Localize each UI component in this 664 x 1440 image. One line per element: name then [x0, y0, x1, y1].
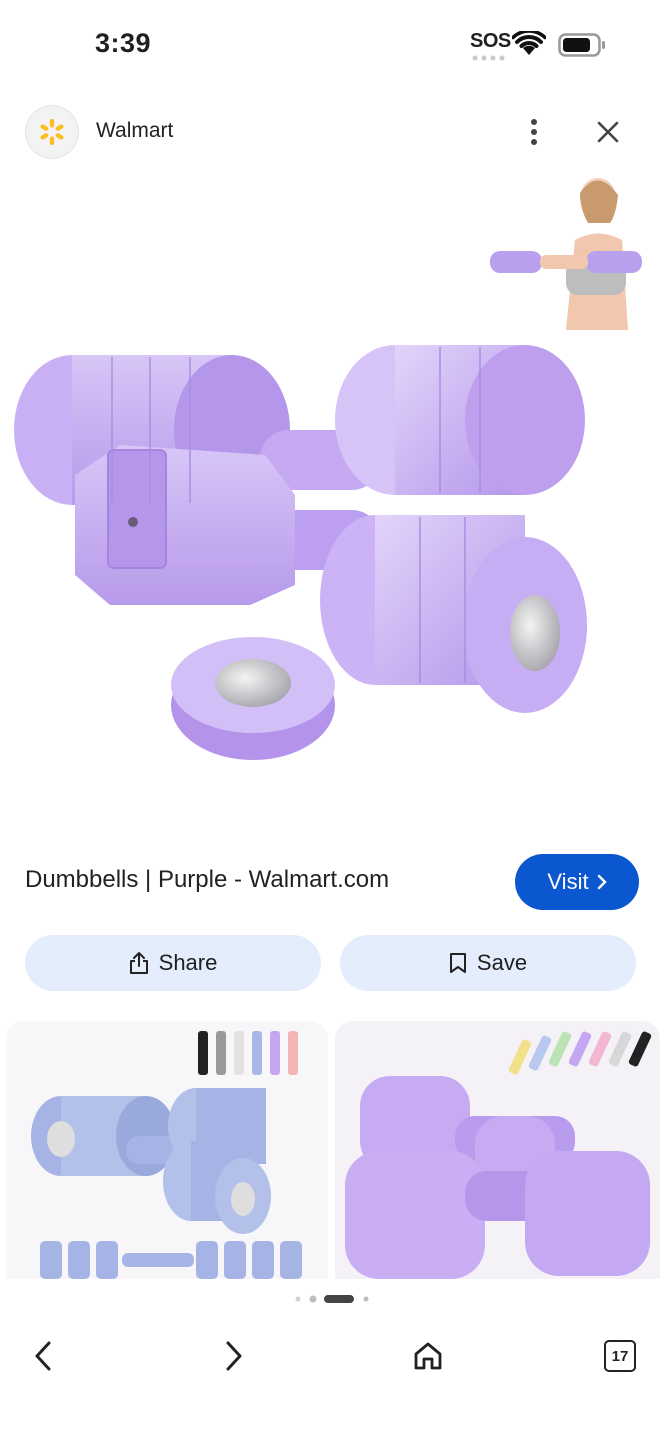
share-button[interactable]: Share — [25, 935, 321, 991]
forward-icon[interactable] — [208, 1330, 260, 1382]
share-icon — [129, 952, 148, 974]
status-bar: 3:39 SOS — [0, 0, 664, 90]
bookmark-icon — [449, 953, 466, 973]
product-image[interactable] — [0, 165, 664, 815]
sos-indicator: SOS — [470, 30, 511, 52]
bottom-nav: 17 — [0, 1320, 664, 1390]
chevron-right-icon — [597, 874, 607, 890]
related-image-1[interactable] — [6, 1021, 328, 1279]
status-time: 3:39 — [95, 28, 152, 58]
tabs-button[interactable]: 17 — [594, 1330, 646, 1382]
model-inset-image — [490, 178, 642, 330]
wifi-icon — [512, 31, 546, 55]
signal-dots-icon — [472, 55, 505, 61]
source-header: Walmart — [0, 100, 664, 164]
battery-icon — [558, 33, 605, 57]
save-label: Save — [476, 950, 528, 975]
color-variants — [508, 1031, 652, 1075]
related-image-2[interactable] — [335, 1021, 660, 1279]
back-icon[interactable] — [17, 1330, 69, 1382]
walmart-logo-icon[interactable] — [25, 105, 79, 159]
more-options-icon[interactable] — [518, 112, 550, 152]
tab-count: 17 — [604, 1340, 636, 1372]
page-indicator — [295, 1295, 369, 1303]
visit-label: Visit — [547, 869, 589, 894]
site-name[interactable]: Walmart — [96, 119, 173, 143]
result-title[interactable]: Dumbbells | Purple - Walmart.com — [25, 866, 389, 894]
close-icon[interactable] — [590, 114, 626, 150]
home-icon[interactable] — [402, 1330, 454, 1382]
color-variants — [198, 1031, 298, 1075]
save-button[interactable]: Save — [340, 935, 636, 991]
share-label: Share — [158, 950, 218, 975]
visit-button[interactable]: Visit — [515, 854, 639, 910]
